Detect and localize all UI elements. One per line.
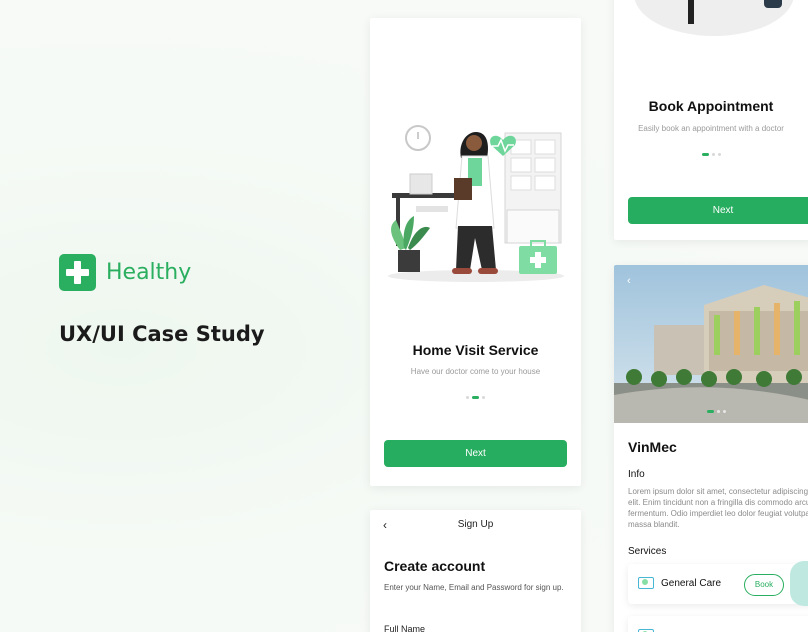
medical-cross-icon (59, 254, 96, 291)
page-dot-active (701, 153, 709, 156)
doctor-illustration (388, 125, 564, 282)
page-indicator (370, 396, 581, 399)
case-study-title: UX/UI Case Study (59, 322, 265, 346)
page-dot (482, 396, 485, 399)
page-dot-active (472, 396, 479, 399)
decorative-shape (790, 561, 808, 606)
book-button[interactable]: Book (744, 574, 784, 596)
appointment-illustration (634, 0, 794, 36)
screen-subtitle: Have our doctor come to your house (410, 367, 541, 376)
screen-subtitle: Easily book an appointment with a doctor (638, 124, 784, 133)
service-name: General Care (661, 578, 722, 589)
brand: Healthy (59, 254, 191, 291)
services-heading: Services (628, 546, 667, 557)
signup-screen: ‹ Sign Up Create account Enter your Name… (370, 510, 581, 632)
header-title: Sign Up (457, 519, 494, 530)
image-dot (723, 410, 726, 413)
onboarding-home-visit-screen: Home Visit Service Have our doctor come … (370, 18, 581, 486)
hospital-photo (614, 265, 808, 423)
page-indicator (614, 153, 808, 156)
back-arrow-icon[interactable]: ‹ (627, 275, 631, 287)
image-dot-active (707, 410, 714, 413)
service-card[interactable] (628, 616, 808, 632)
page-dot (466, 396, 469, 399)
full-name-label: Full Name (384, 624, 426, 632)
hospital-name: VinMec (628, 439, 677, 455)
info-text: Lorem ipsum dolor sit amet, consectetur … (628, 487, 808, 529)
image-dot (717, 410, 720, 413)
page-subtitle: Enter your Name, Email and Password for … (384, 583, 564, 592)
page-dot (711, 153, 715, 156)
screen-title: Book Appointment (648, 98, 774, 114)
hospital-detail-screen: ‹ VinMec Info Lorem ipsum dolor sit amet… (614, 265, 808, 632)
next-button[interactable]: Next (628, 197, 808, 224)
onboarding-book-screen: Book Appointment Easily book an appointm… (614, 0, 808, 240)
next-button[interactable]: Next (384, 440, 567, 467)
clinic-icon (638, 577, 654, 589)
screen-title: Home Visit Service (412, 342, 539, 358)
info-heading: Info (628, 469, 645, 480)
page-dot (717, 153, 721, 156)
page-title: Create account (384, 558, 486, 574)
service-card-general-care[interactable]: General Care Book (628, 564, 808, 604)
image-carousel-indicator (707, 410, 726, 413)
brand-name: Healthy (106, 260, 192, 285)
